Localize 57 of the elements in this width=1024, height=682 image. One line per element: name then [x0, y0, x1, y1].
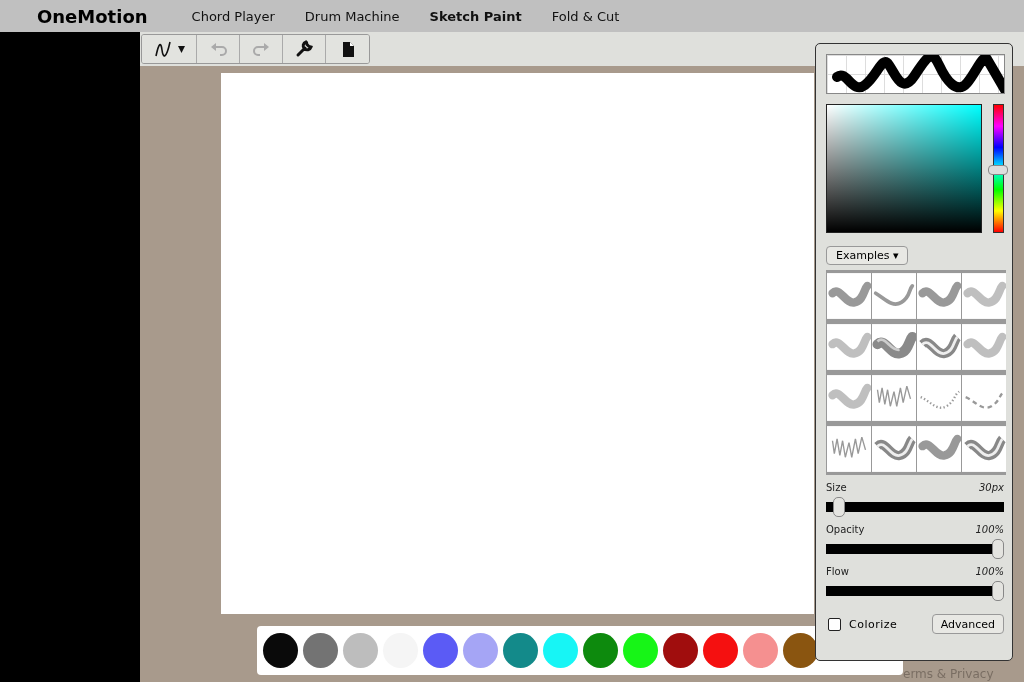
brush-example[interactable] — [917, 424, 961, 474]
brush-example[interactable] — [917, 373, 961, 423]
document-icon — [340, 40, 355, 58]
brush-example[interactable] — [827, 424, 871, 474]
color-swatch[interactable] — [343, 633, 378, 668]
color-swatch[interactable] — [663, 633, 698, 668]
undo-icon — [209, 41, 227, 57]
color-swatch[interactable] — [423, 633, 458, 668]
brush-example[interactable] — [827, 322, 871, 372]
brush-example[interactable] — [962, 271, 1006, 321]
site-logo[interactable]: OneMotion — [37, 5, 148, 27]
checkbox-label: Colorize — [849, 617, 899, 631]
brush-example[interactable] — [872, 373, 916, 423]
color-swatch[interactable] — [583, 633, 618, 668]
slider-label: Opacity — [826, 524, 865, 535]
nav-link[interactable]: Fold & Cut — [551, 8, 620, 24]
slider-thumb[interactable] — [992, 581, 1004, 601]
brush-example[interactable] — [917, 271, 961, 321]
brush-example[interactable] — [917, 322, 961, 372]
slider-thumb[interactable] — [992, 539, 1004, 559]
color-field[interactable] — [826, 104, 982, 233]
slider-thumb[interactable] — [832, 497, 845, 517]
curve-icon — [153, 40, 172, 58]
examples-button[interactable]: Examples ▾ — [826, 246, 909, 265]
color-swatch[interactable] — [463, 633, 498, 668]
slider-value: 100% — [975, 524, 1004, 535]
hue-thumb[interactable] — [988, 164, 1008, 175]
nav-link[interactable]: Chord Player — [191, 8, 275, 24]
brush-example[interactable] — [962, 373, 1006, 423]
slider-value: 100% — [975, 566, 1004, 577]
color-swatch[interactable] — [783, 633, 818, 668]
brush-example[interactable] — [872, 424, 916, 474]
color-swatch[interactable] — [543, 633, 578, 668]
color-swatch[interactable] — [303, 633, 338, 668]
slider-label: Flow — [826, 566, 849, 577]
color-swatch[interactable] — [263, 633, 298, 668]
brush-example[interactable] — [827, 373, 871, 423]
nav-link[interactable]: Sketch Paint — [429, 8, 522, 24]
color-swatch[interactable] — [703, 633, 738, 668]
brush-example[interactable] — [827, 271, 871, 321]
brush-example[interactable] — [872, 271, 916, 321]
wrench-icon — [295, 40, 313, 58]
brush-example[interactable] — [962, 322, 1006, 372]
color-swatch[interactable] — [743, 633, 778, 668]
slider-value: 30px — [979, 482, 1004, 493]
brush-example[interactable] — [962, 424, 1006, 474]
color-swatch[interactable] — [623, 633, 658, 668]
redo-icon — [252, 41, 270, 57]
color-swatch[interactable] — [503, 633, 538, 668]
caret-icon — [177, 45, 185, 53]
colorize-checkbox[interactable] — [828, 617, 841, 631]
advanced-button[interactable]: Advanced — [931, 614, 1004, 634]
nav-link[interactable]: Drum Machine — [304, 8, 400, 24]
slider-label: Size — [826, 482, 847, 493]
brush-example[interactable] — [872, 322, 916, 372]
brush-menu-button[interactable] — [142, 35, 197, 63]
hue-slider[interactable] — [988, 104, 1008, 233]
